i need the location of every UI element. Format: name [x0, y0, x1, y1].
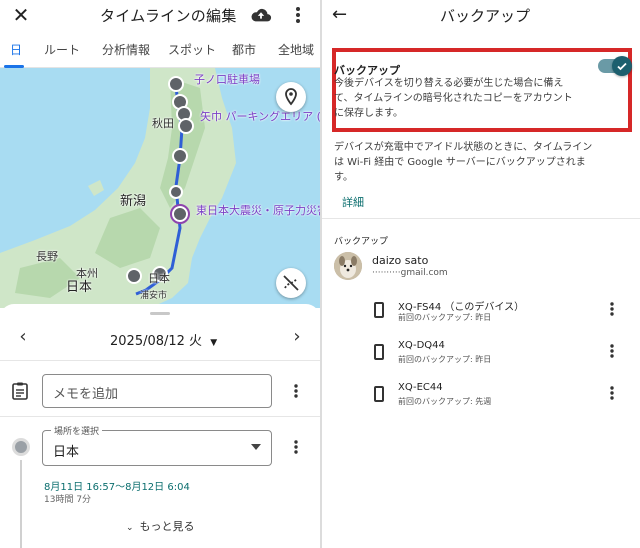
device-last-backup: 前回のバックアップ: 昨日 — [398, 355, 492, 364]
show-more-button[interactable]: ⌄ もっと見る — [126, 518, 195, 534]
show-more-label: もっと見る — [139, 520, 195, 533]
smartphone-icon — [374, 344, 384, 360]
backup-section-label: バックアップ — [334, 237, 389, 247]
memo-more-icon[interactable] — [290, 382, 302, 400]
divider — [0, 416, 320, 417]
tab-all-regions[interactable]: 全地域 — [278, 41, 314, 58]
place-select-label: 場所を選択 — [51, 424, 103, 437]
device-more-icon[interactable] — [606, 384, 618, 402]
smartphone-icon — [374, 302, 384, 318]
date-label: 2025/08/12 火 — [110, 334, 203, 349]
sheet-drag-handle[interactable] — [150, 312, 170, 315]
account-email: ··········gmail.com — [372, 268, 448, 278]
device-row: XQ-EC44 前回のバックアップ: 先週 — [322, 380, 640, 416]
toggle-knob — [612, 56, 632, 76]
visit-more-icon[interactable] — [290, 438, 302, 456]
device-name: XQ-FS44 （このデバイス） — [398, 302, 525, 313]
date-navigator: ‹ 2025/08/12 火 ▼ › — [0, 322, 320, 356]
caret-down-icon: ▼ — [210, 338, 218, 348]
map-label-parking-1: 子ノ口駐車場 — [194, 73, 260, 86]
backup-info-text: デバイスが充電中でアイドル状態のときに、タイムラインは Wi-Fi 経由で Go… — [334, 142, 593, 183]
device-last-backup: 前回のバックアップ: 昨日 — [398, 313, 492, 322]
arrow-back-icon[interactable]: ← — [332, 4, 347, 25]
device-name: XQ-EC44 — [398, 382, 443, 393]
tab-insights[interactable]: 分析情報 — [102, 41, 150, 58]
device-last-backup: 前回のバックアップ: 先週 — [398, 397, 492, 406]
chevron-down-icon: ⌄ — [126, 523, 134, 533]
bottom-sheet: ‹ 2025/08/12 火 ▼ › メモを追加 場所を選択 日本 8月11日 … — [0, 304, 320, 548]
note-icon — [12, 382, 28, 400]
visit-time-range: 8月11日 16:57〜8月12日 6:04 — [44, 482, 190, 493]
check-icon — [617, 62, 627, 71]
location-pin-icon — [285, 88, 297, 106]
top-app-bar: ← バックアップ — [322, 0, 640, 32]
tab-route[interactable]: ルート — [44, 41, 80, 58]
map-label-japan: 日本 — [66, 280, 93, 295]
map-pin-button[interactable] — [276, 82, 306, 112]
map-label-nagano: 長野 — [36, 250, 58, 263]
device-name: XQ-DQ44 — [398, 340, 445, 351]
dropdown-arrow-icon — [251, 444, 261, 450]
place-select-value: 日本 — [53, 445, 80, 460]
place-select[interactable]: 場所を選択 日本 — [42, 424, 272, 466]
close-icon[interactable]: ✕ — [10, 4, 32, 26]
smartphone-icon — [374, 386, 384, 402]
details-link[interactable]: 詳細 — [342, 194, 364, 210]
date-selector[interactable]: 2025/08/12 火 ▼ — [110, 330, 217, 349]
more-vert-icon[interactable] — [290, 4, 306, 26]
backup-toggle[interactable] — [598, 56, 632, 76]
divider — [0, 360, 320, 361]
map-label-akita: 秋田 — [152, 117, 174, 130]
backup-settings-panel: ← バックアップ バックアップ 今後デバイスを切り替える必要が生じた場合に備えて… — [322, 0, 640, 548]
map-label-japan-2: 日本 — [148, 272, 170, 285]
memo-input[interactable]: メモを追加 — [42, 374, 272, 408]
device-row: XQ-FS44 （このデバイス） 前回のバックアップ: 昨日 — [322, 296, 640, 332]
backup-setting-description: 今後デバイスを切り替える必要が生じた場合に備えて、タイムラインの暗号化されたコピ… — [334, 78, 573, 119]
map-label-disaster-museum: 東日本大震災・原子力災害 — [196, 204, 320, 217]
page-title: タイムラインの編集 — [100, 7, 237, 25]
page-title: バックアップ — [440, 7, 531, 25]
map-layer-toggle-button[interactable] — [276, 268, 306, 298]
dog-avatar-icon — [334, 252, 362, 280]
avatar — [334, 252, 362, 280]
tab-cities[interactable]: 都市 — [232, 41, 256, 58]
timeline-connector — [20, 460, 22, 548]
chevron-right-icon[interactable]: › — [286, 326, 308, 347]
visit-dot-icon — [12, 438, 30, 456]
cloud-upload-icon[interactable] — [250, 5, 272, 25]
device-more-icon[interactable] — [606, 300, 618, 318]
visit-duration: 13時間 7分 — [44, 495, 92, 505]
map-label-niigata: 新潟 — [120, 194, 147, 209]
device-row: XQ-DQ44 前回のバックアップ: 昨日 — [322, 338, 640, 374]
tab-spots[interactable]: スポット — [168, 41, 216, 58]
chevron-left-icon[interactable]: ‹ — [12, 326, 34, 347]
route-off-icon — [283, 275, 299, 291]
tab-bar: 日 ルート 分析情報 スポット 都市 全地域 — [0, 32, 320, 68]
device-more-icon[interactable] — [606, 342, 618, 360]
account-name: daizo sato — [372, 254, 429, 267]
map-label-urayasu: 浦安市 — [140, 291, 168, 301]
timeline-editor-panel: ✕ タイムラインの編集 日 ルート 分析情報 スポット 都市 全地域 子ノ口駐車… — [0, 0, 320, 548]
divider — [322, 218, 640, 219]
map-view[interactable]: 子ノ口駐車場 秋田 矢巾 パーキングエリア (下 新潟 東日本大震災・原子力災害… — [0, 68, 320, 308]
top-app-bar: ✕ タイムラインの編集 — [0, 0, 320, 32]
tab-day[interactable]: 日 — [10, 41, 22, 58]
